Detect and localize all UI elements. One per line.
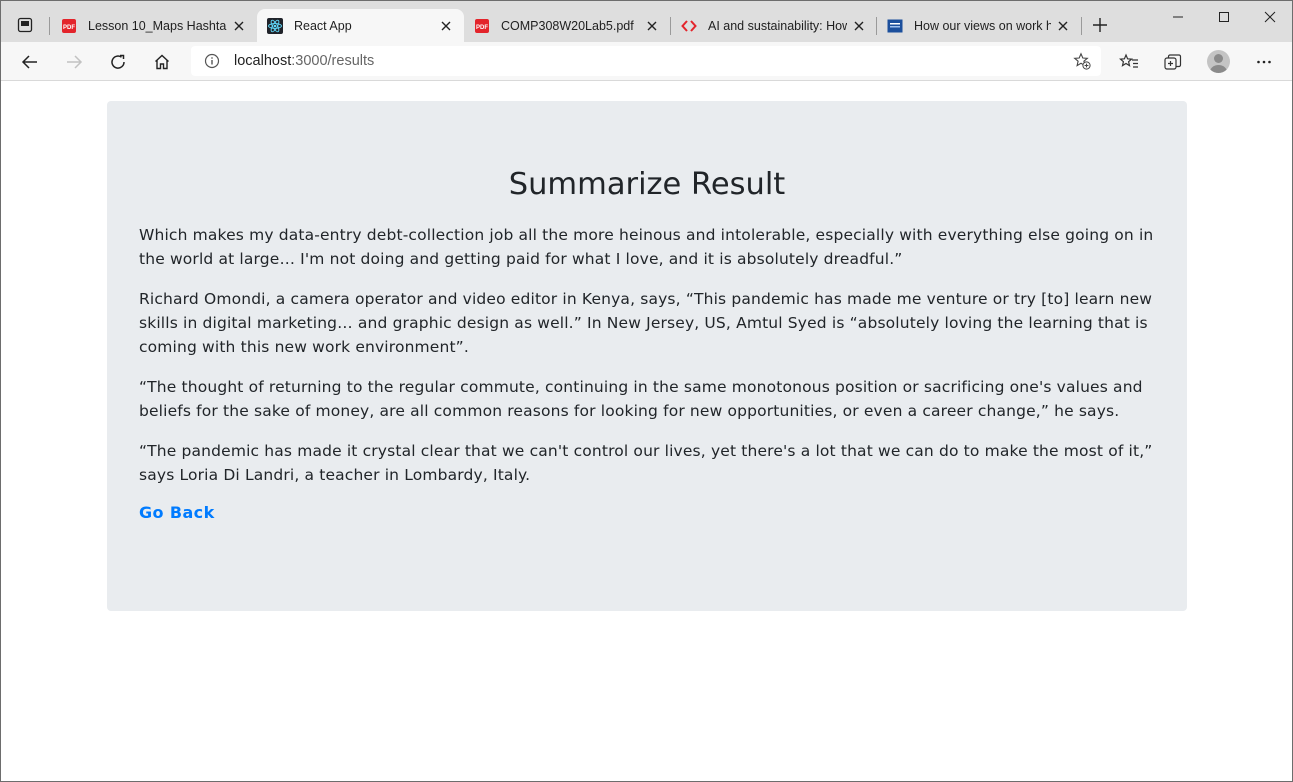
tab-comp308-pdf[interactable]: PDF COMP308W20Lab5.pdf (464, 9, 670, 42)
url-host: localhost (234, 53, 292, 69)
tab-separator (1081, 17, 1082, 35)
summary-paragraph: Which makes my data-entry debt-collectio… (139, 226, 1154, 268)
tab-views-on-work[interactable]: How our views on work ha (877, 9, 1081, 42)
go-back-link[interactable]: Go Back (139, 503, 215, 522)
browser-window: PDF Lesson 10_Maps Hashtable React App P… (0, 0, 1293, 782)
tab-strip: PDF Lesson 10_Maps Hashtable React App P… (1, 1, 1292, 42)
add-favorite-star-icon[interactable] (1071, 50, 1093, 72)
tab-react-app[interactable]: React App (257, 9, 464, 42)
minimize-icon[interactable] (1155, 1, 1201, 33)
refresh-icon[interactable] (102, 46, 134, 78)
code-icon (681, 18, 697, 34)
summary-paragraph: “The pandemic has made it crystal clear … (139, 442, 1153, 484)
tab-title: How our views on work ha (914, 18, 1051, 33)
tab-actions-menu-icon[interactable] (7, 9, 43, 41)
maximize-icon[interactable] (1201, 1, 1247, 33)
summary-paragraph: “The thought of returning to the regular… (139, 378, 1143, 420)
tab-separator (49, 17, 50, 35)
pdf-icon: PDF (474, 18, 490, 34)
page-viewport: Summarize Result Which makes my data-ent… (1, 81, 1292, 781)
results-panel: Summarize Result Which makes my data-ent… (107, 101, 1187, 611)
address-bar[interactable]: localhost:3000/results (191, 46, 1101, 76)
new-tab-plus-icon[interactable] (1087, 12, 1113, 38)
close-window-icon[interactable] (1247, 1, 1293, 33)
page-title: Summarize Result (508, 167, 786, 202)
close-tab-icon[interactable] (1051, 14, 1075, 38)
tab-title: React App (294, 18, 352, 33)
tab-lesson-10[interactable]: PDF Lesson 10_Maps Hashtable (51, 9, 257, 42)
svg-text:PDF: PDF (476, 25, 488, 31)
news-icon (887, 18, 903, 34)
pdf-icon: PDF (61, 18, 77, 34)
collections-icon[interactable] (1157, 46, 1189, 78)
tab-title: AI and sustainability: How (708, 18, 847, 33)
home-icon[interactable] (146, 46, 178, 78)
react-icon (267, 17, 283, 34)
tab-ai-sustainability[interactable]: AI and sustainability: How (671, 9, 877, 42)
svg-text:PDF: PDF (63, 25, 75, 31)
url-text: localhost:3000/results (234, 53, 374, 69)
site-info-icon[interactable] (197, 46, 227, 76)
profile-avatar-icon[interactable] (1207, 50, 1230, 73)
back-arrow-icon[interactable] (14, 46, 46, 78)
tab-title: COMP308W20Lab5.pdf (501, 18, 634, 33)
close-tab-icon[interactable] (227, 14, 251, 38)
summary-paragraph: Richard Omondi, a camera operator and vi… (139, 290, 1153, 356)
close-tab-icon[interactable] (434, 14, 458, 38)
more-menu-icon[interactable] (1248, 46, 1280, 78)
favorites-icon[interactable] (1113, 46, 1145, 78)
browser-toolbar: localhost:3000/results (1, 42, 1292, 81)
close-tab-icon[interactable] (847, 14, 871, 38)
tab-title: Lesson 10_Maps Hashtable (88, 18, 227, 33)
forward-arrow-icon[interactable] (58, 46, 90, 78)
url-path: :3000/results (291, 53, 375, 69)
close-tab-icon[interactable] (640, 14, 664, 38)
